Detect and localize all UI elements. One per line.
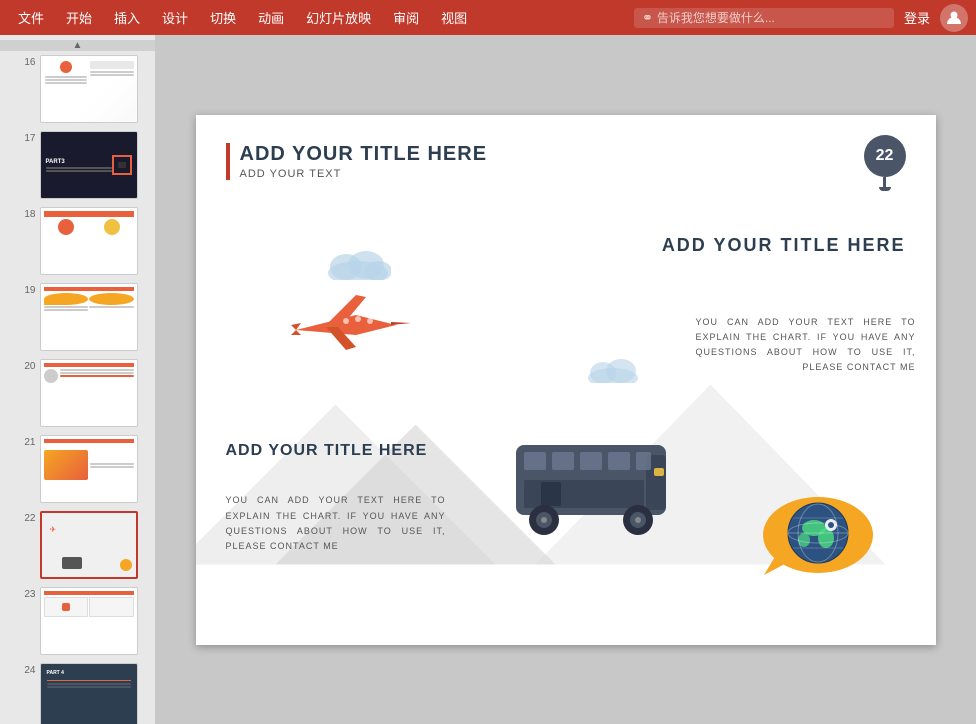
login-button[interactable]: 登录 [904, 8, 930, 27]
slide-num-19: 19 [18, 283, 36, 296]
bus-icon [506, 430, 676, 540]
airplane-container [286, 275, 416, 380]
slide-preview-24: PART 4 [40, 663, 138, 724]
pin-badge: 22 [864, 135, 906, 191]
main-layout: ▲ 16 [0, 35, 976, 724]
menu-slideshow[interactable]: 幻灯片放映 [296, 4, 381, 31]
menu-design[interactable]: 设计 [152, 4, 198, 31]
left-body-text: YOU CAN ADD YOUR TEXT HERE TO EXPLAIN TH… [226, 493, 446, 554]
slide-preview-18 [40, 207, 138, 275]
slide-thumb-23[interactable]: 23 [18, 587, 138, 655]
menu-insert[interactable]: 插入 [104, 4, 150, 31]
scroll-up-button[interactable]: ▲ [0, 40, 155, 51]
slide-thumb-19[interactable]: 19 [18, 283, 138, 351]
slide-num-18: 18 [18, 207, 36, 220]
slide-num-17: 17 [18, 131, 36, 144]
slide-thumb-18[interactable]: 18 [18, 207, 138, 275]
menu-file[interactable]: 文件 [8, 4, 54, 31]
user-avatar[interactable] [940, 4, 968, 32]
slide-num-22: 22 [18, 511, 36, 524]
pin-circle: 22 [864, 135, 906, 177]
menu-animation[interactable]: 动画 [248, 4, 294, 31]
menubar-right: 登录 [904, 4, 968, 32]
slide-thumb-16[interactable]: 16 [18, 55, 138, 123]
pin-foot [879, 187, 891, 191]
slide-preview-20 [40, 359, 138, 427]
menu-review[interactable]: 审阅 [383, 4, 429, 31]
menu-start[interactable]: 开始 [56, 4, 102, 31]
globe-container [746, 490, 876, 590]
menu-items: 文件 开始 插入 设计 切换 动画 幻灯片放映 审阅 视图 [8, 4, 624, 31]
slide-thumb-17[interactable]: 17 PART3 [18, 131, 138, 199]
slide-preview-23 [40, 587, 138, 655]
slide-num-16: 16 [18, 55, 36, 68]
content-area: ADD YOUR TITLE HERE ADD YOUR TEXT 22 [155, 35, 976, 724]
slide-title-block: ADD YOUR TITLE HERE ADD YOUR TEXT [226, 143, 488, 180]
left-bottom-title: ADD YOUR TITLE HERE [226, 442, 428, 460]
slide-thumb-24[interactable]: 24 PART 4 [18, 663, 138, 724]
slide-num-23: 23 [18, 587, 36, 600]
right-title: ADD YOUR TITLE HERE [662, 235, 906, 256]
menu-view[interactable]: 视图 [431, 4, 477, 31]
sidebar: ▲ 16 [0, 35, 155, 724]
slide-subtitle: ADD YOUR TEXT [240, 168, 488, 180]
slide-num-20: 20 [18, 359, 36, 372]
search-input[interactable] [657, 11, 886, 25]
right-body-text: YOU CAN ADD YOUR TEXT HERE TO EXPLAIN TH… [696, 315, 916, 376]
menu-switch[interactable]: 切换 [200, 4, 246, 31]
slide-preview-17: PART3 [40, 131, 138, 199]
search-bar[interactable]: ⚭ [634, 8, 894, 28]
slide-thumb-20[interactable]: 20 [18, 359, 138, 427]
slide-preview-19 [40, 283, 138, 351]
slide-preview-21 [40, 435, 138, 503]
airplane-icon [286, 275, 416, 375]
slide-title: ADD YOUR TITLE HERE [240, 143, 488, 166]
slide-num-24: 24 [18, 663, 36, 676]
menubar: 文件 开始 插入 设计 切换 动画 幻灯片放映 审阅 视图 ⚭ 登录 [0, 0, 976, 35]
slide-preview-16 [40, 55, 138, 123]
bus-container [506, 430, 676, 545]
pin-stem [883, 177, 886, 187]
main-slide[interactable]: ADD YOUR TITLE HERE ADD YOUR TEXT 22 [196, 115, 936, 645]
slide-preview-22: ✈ [40, 511, 138, 579]
globe-icon [746, 490, 876, 585]
slide-thumb-22[interactable]: 22 ✈ [18, 511, 138, 579]
cloud-2 [586, 355, 641, 388]
slide-thumb-21[interactable]: 21 [18, 435, 138, 503]
right-title-text: ADD YOUR TITLE HERE [662, 235, 906, 256]
slide-num-21: 21 [18, 435, 36, 448]
